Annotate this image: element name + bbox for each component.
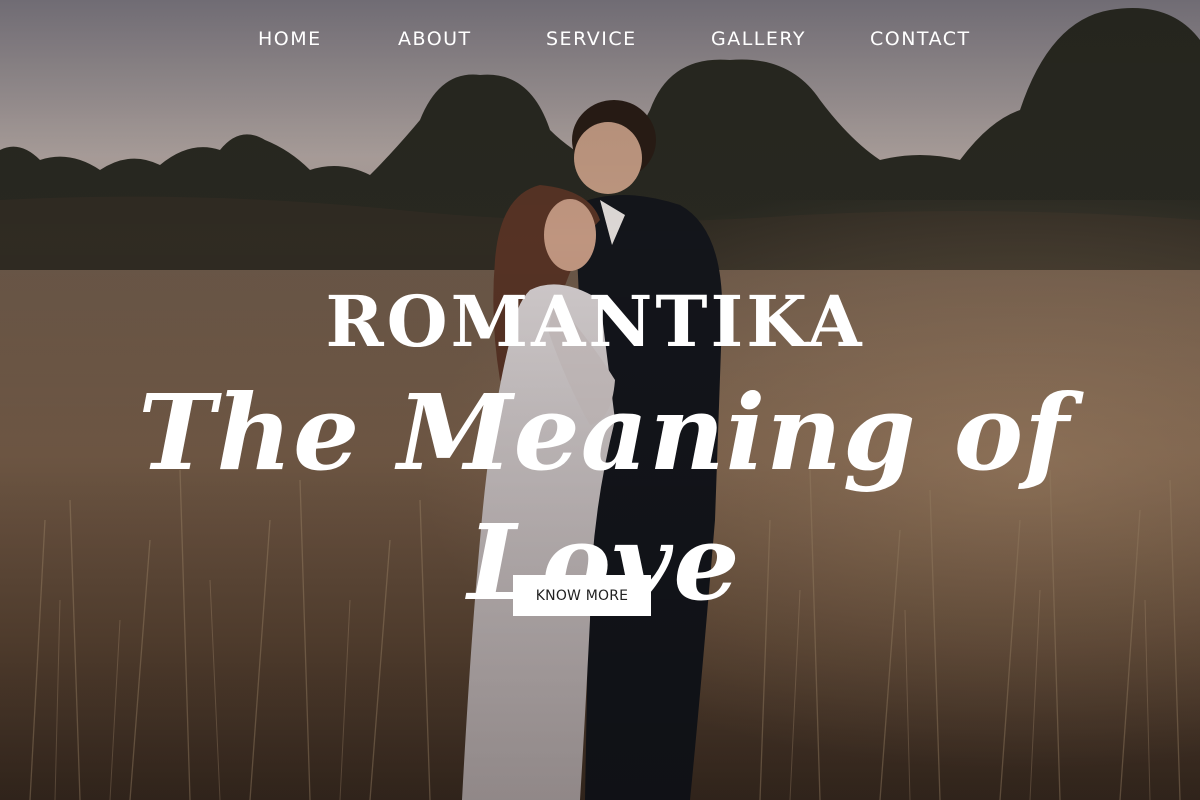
nav-link-gallery[interactable]: GALLERY bbox=[711, 28, 806, 50]
main-nav: HOME ABOUT SERVICE GALLERY CONTACT bbox=[0, 28, 1200, 52]
hero-section: HOME ABOUT SERVICE GALLERY CONTACT ROMAN… bbox=[0, 0, 1200, 800]
nav-link-home[interactable]: HOME bbox=[258, 28, 322, 50]
brand-title: ROMANTIKA bbox=[325, 280, 865, 363]
nav-link-contact[interactable]: CONTACT bbox=[870, 28, 971, 50]
nav-link-service[interactable]: SERVICE bbox=[546, 28, 637, 50]
know-more-button[interactable]: KNOW MORE bbox=[513, 575, 651, 616]
nav-link-about[interactable]: ABOUT bbox=[398, 28, 472, 50]
